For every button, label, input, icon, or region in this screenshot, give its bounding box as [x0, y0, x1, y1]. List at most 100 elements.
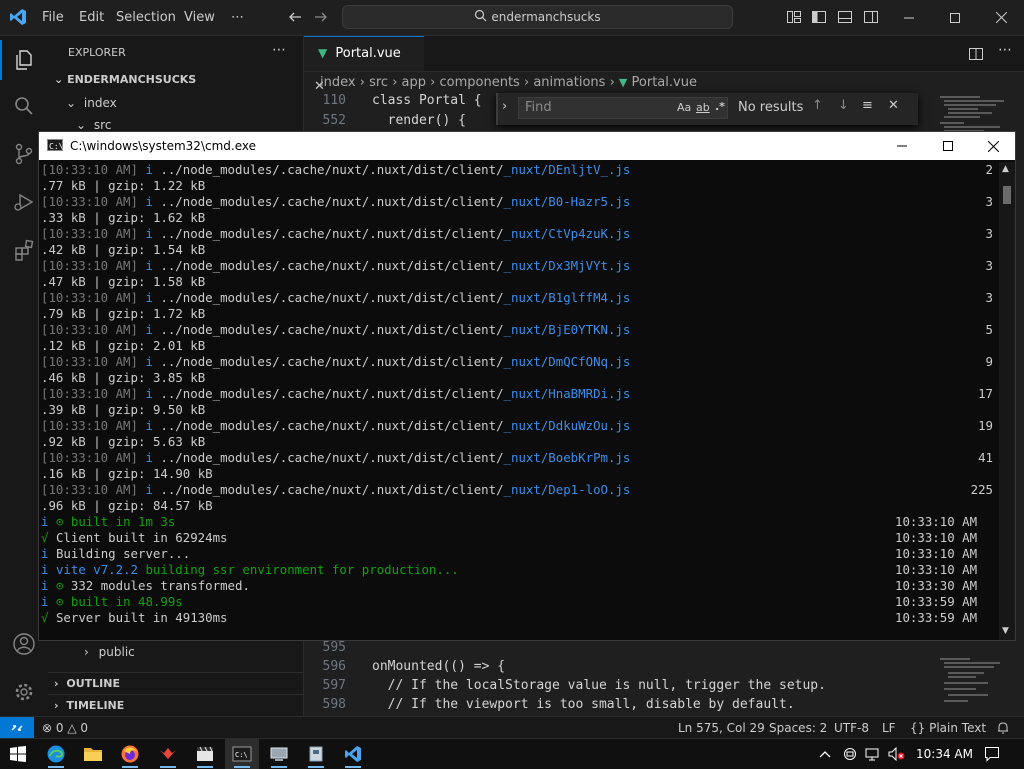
tree-folder-public[interactable]: › public	[48, 641, 303, 663]
cursor-position[interactable]: Ln 575, Col 29	[678, 717, 765, 739]
build-path: ../node_modules/.cache/nuxt/.nuxt/dist/c…	[160, 418, 504, 433]
encoding[interactable]: UTF-8	[834, 717, 869, 739]
chunk-filename[interactable]: _nuxt/BoebKrPm.js	[504, 450, 631, 465]
chunk-size: .39 kB	[41, 402, 86, 417]
workspace-section-header[interactable]: ⌄ ENDERMANCHSUCKS	[48, 69, 303, 91]
language-mode[interactable]: {} Plain Text	[910, 717, 986, 739]
remote-indicator[interactable]	[0, 717, 34, 739]
breadcrumb-item[interactable]: app	[402, 75, 426, 90]
vscode-minimize-button[interactable]	[886, 0, 932, 35]
arrow-down-icon[interactable]: ↓	[838, 98, 849, 113]
find-input[interactable]: Find Aa ab .*	[518, 97, 728, 119]
console-output-line: .47 kB | gzip: 1.58 kB	[41, 274, 206, 289]
file-explorer-icon[interactable]	[76, 739, 110, 769]
remote-icon	[11, 725, 23, 731]
vscode-taskbar-icon[interactable]	[336, 739, 370, 769]
manage-gear-icon[interactable]	[0, 668, 48, 716]
cmd-minimize-button[interactable]	[879, 132, 925, 160]
clapperboard-app-icon[interactable]	[188, 739, 222, 769]
chunk-filename[interactable]: _nuxt/DdkuWzOu.js	[504, 418, 631, 433]
scrollbar-thumb[interactable]	[1003, 186, 1011, 204]
game-app-icon[interactable]	[151, 739, 185, 769]
indentation[interactable]: Spaces: 2	[769, 717, 827, 739]
firefox-icon[interactable]	[113, 739, 147, 769]
line-number: 110	[322, 93, 346, 108]
chunk-filename[interactable]: _nuxt/Dx3MjVYt.js	[504, 258, 631, 273]
arrow-up-icon[interactable]: ↑	[812, 98, 823, 113]
menu-file[interactable]: File	[42, 0, 64, 35]
network-icon[interactable]	[865, 746, 881, 765]
start-button[interactable]	[1, 739, 35, 769]
command-center-search[interactable]: endermanchsucks	[342, 5, 733, 29]
tree-folder-index[interactable]: ⌄ index	[48, 92, 303, 114]
installer-app-icon[interactable]	[299, 739, 333, 769]
search-view-icon[interactable]	[0, 82, 48, 130]
tray-app-icon[interactable]	[843, 746, 857, 765]
vscode-close-button[interactable]	[978, 0, 1024, 35]
chunk-filename[interactable]: _nuxt/B1glffM4.js	[504, 290, 631, 305]
cmd-maximize-button[interactable]	[925, 132, 971, 160]
match-whole-word-toggle[interactable]: ab	[696, 101, 710, 114]
toggle-primary-sidebar-icon[interactable]	[811, 9, 827, 25]
toggle-panel-icon[interactable]	[837, 9, 853, 25]
match-case-toggle[interactable]: Aa	[677, 101, 691, 114]
chunk-filename[interactable]: _nuxt/BjE0YTKN.js	[504, 322, 631, 337]
cmd-titlebar[interactable]: C:\ C:\windows\system32\cmd.exe	[39, 132, 1015, 160]
edge-icon[interactable]	[39, 739, 73, 769]
back-arrow-icon[interactable]	[287, 9, 303, 29]
cmd-taskbar-icon[interactable]: C:\	[225, 739, 259, 769]
forward-arrow-icon[interactable]	[313, 9, 329, 29]
menu-edit[interactable]: Edit	[79, 0, 104, 35]
status-text: 332 modules transformed.	[70, 578, 250, 593]
chunk-filename[interactable]: _nuxt/HnaBMRDi.js	[504, 386, 631, 401]
status-time: 10:33:30 AM	[895, 578, 978, 593]
customize-layout-icon[interactable]	[786, 9, 802, 25]
breadcrumb-item[interactable]: animations	[533, 75, 605, 90]
editor-more-actions-button[interactable]: ⋯	[998, 42, 1012, 58]
cmd-scrollbar[interactable]: ▲ ▼	[999, 162, 1015, 640]
problems-indicator[interactable]: ⊗ 0 △ 0	[42, 717, 88, 739]
chunk-filename[interactable]: _nuxt/Dep1-loO.js	[504, 482, 631, 497]
chevron-right-icon[interactable]: ›	[502, 99, 507, 114]
scroll-up-icon[interactable]: ▲	[1002, 164, 1009, 174]
vm-app-icon[interactable]	[262, 739, 296, 769]
chunk-filename[interactable]: _nuxt/B0-Hazr5.js	[504, 194, 631, 209]
vite-version: vite v7.2.2	[55, 562, 138, 577]
volume-muted-icon[interactable]	[888, 746, 906, 765]
menu-more[interactable]: ⋯	[231, 0, 244, 35]
breadcrumb-item[interactable]: components	[440, 75, 520, 90]
breadcrumb-separator: ›	[430, 75, 440, 90]
explorer-more-button[interactable]: ⋯	[272, 42, 286, 58]
close-icon[interactable]: ✕	[888, 98, 899, 113]
cmd-console-output[interactable]: [10:33:10 AM] i ../node_modules/.cache/n…	[39, 162, 997, 640]
breadcrumb-item[interactable]: src	[369, 75, 388, 90]
tab-portal-vue[interactable]: ▼ Portal.vue ✕	[304, 36, 424, 94]
notification-center-icon[interactable]	[984, 746, 1000, 766]
vscode-maximize-button[interactable]	[932, 0, 978, 35]
find-in-selection-icon[interactable]: ≡	[862, 98, 873, 113]
explorer-icon[interactable]	[0, 36, 48, 84]
taskbar-clock[interactable]: 10:34 AM	[916, 739, 973, 769]
console-output-line: .46 kB | gzip: 3.85 kB	[41, 370, 206, 385]
breadcrumb-item[interactable]: Portal.vue	[632, 75, 697, 90]
menu-selection[interactable]: Selection	[116, 0, 176, 35]
use-regex-toggle[interactable]: .*	[715, 100, 725, 113]
chunk-filename[interactable]: _nuxt/CtVp4zuK.js	[504, 226, 631, 241]
split-editor-icon[interactable]	[968, 46, 984, 66]
menu-view[interactable]: View	[184, 0, 215, 35]
chunk-filename[interactable]: _nuxt/DmQCfONq.js	[504, 354, 631, 369]
timeline-section-header[interactable]: › TIMELINE	[48, 694, 303, 717]
status-time: 10:33:59 AM	[895, 594, 978, 609]
console-output-line: .16 kB | gzip: 14.90 kB	[41, 466, 213, 481]
tree-folder-src[interactable]: ⌄ src	[48, 114, 303, 130]
end-of-line[interactable]: LF	[882, 717, 896, 739]
toggle-secondary-sidebar-icon[interactable]	[863, 9, 879, 25]
outline-section-header[interactable]: › OUTLINE	[48, 672, 303, 695]
scroll-down-icon[interactable]: ▼	[1002, 626, 1009, 636]
gzip-size: 1.58 kB	[152, 274, 206, 289]
chunk-filename[interactable]: _nuxt/DEnljtV_.js	[504, 162, 631, 177]
breadcrumb-item[interactable]: index	[320, 75, 356, 90]
build-path: ../node_modules/.cache/nuxt/.nuxt/dist/c…	[160, 226, 504, 241]
chevron-up-icon[interactable]	[818, 746, 832, 765]
cmd-close-button[interactable]	[971, 132, 1015, 160]
